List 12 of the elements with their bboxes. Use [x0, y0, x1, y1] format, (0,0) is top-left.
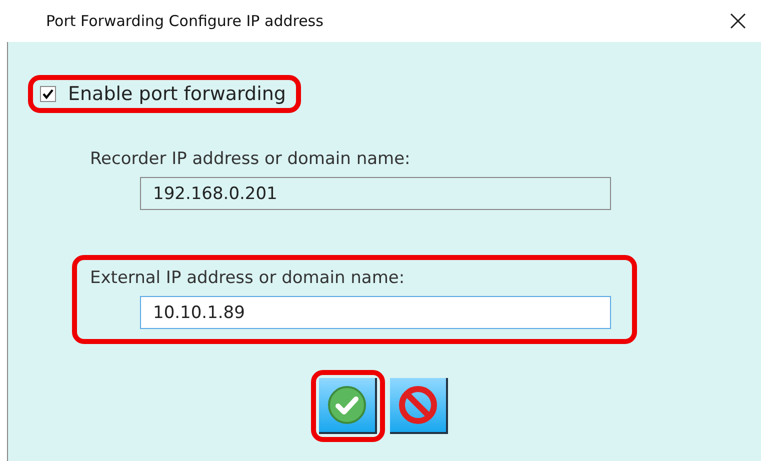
field-label: Recorder IP address or domain name: — [90, 149, 412, 169]
ok-button[interactable] — [318, 378, 376, 434]
close-icon — [729, 12, 747, 30]
cancel-button[interactable] — [390, 378, 448, 434]
checkmark-icon — [42, 88, 54, 100]
ip-address-field[interactable]: 192.168.0.201 — [140, 177, 611, 210]
enable-checkbox[interactable]: Enable port forwarding — [40, 83, 286, 105]
window-title: Port Forwarding Configure IP address — [46, 12, 324, 30]
prohibited-icon — [398, 385, 438, 425]
check-icon — [326, 385, 366, 425]
ip-address-field[interactable]: 10.10.1.89 — [140, 296, 611, 329]
field-label: External IP address or domain name: — [90, 268, 406, 288]
